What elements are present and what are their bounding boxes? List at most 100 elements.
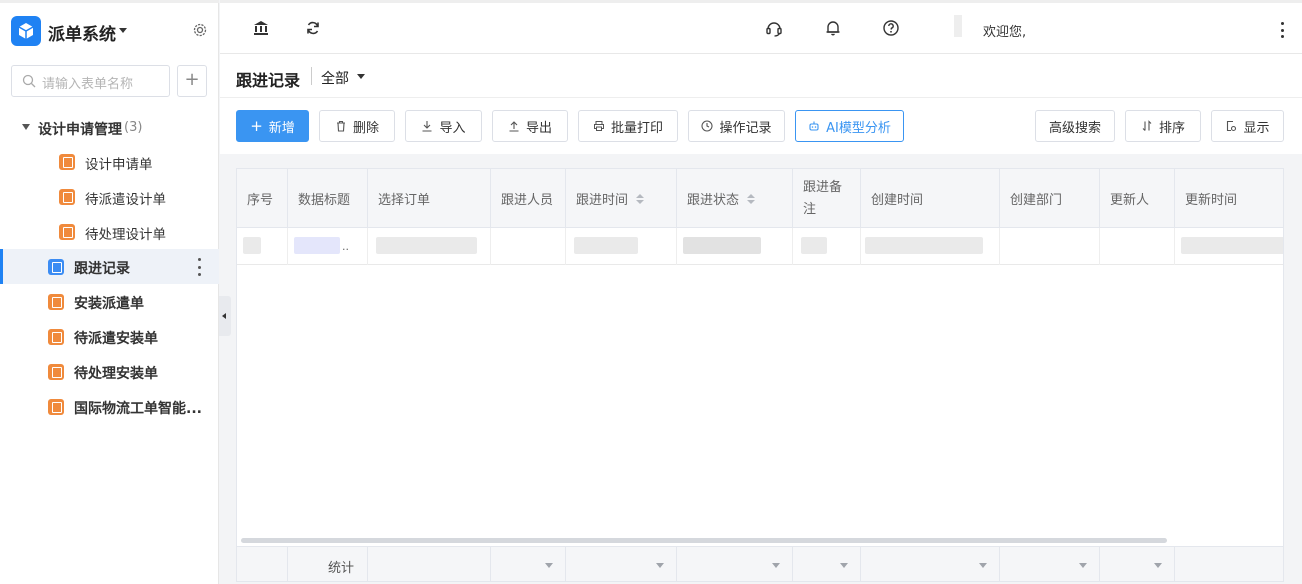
- avatar[interactable]: [954, 15, 962, 37]
- import-button-label: 导入: [439, 120, 466, 136]
- sort-arrows-icon[interactable]: [636, 193, 645, 204]
- summary-dropdown[interactable]: [1100, 547, 1175, 581]
- table-row[interactable]: ..: [237, 228, 1283, 265]
- import-button[interactable]: 导入: [405, 110, 482, 142]
- new-button-label: 新增: [268, 120, 295, 136]
- download-icon: [422, 121, 432, 132]
- sidebar-item-pending-dispatch-install[interactable]: 待派遣安装单: [0, 319, 219, 354]
- sort-button[interactable]: 排序: [1125, 110, 1201, 142]
- summary-dropdown[interactable]: [861, 547, 1000, 581]
- tree-group-design[interactable]: 设计申请管理 (3): [0, 113, 219, 141]
- app-header: 派单系统: [0, 0, 219, 56]
- expand-caret-icon[interactable]: [22, 124, 30, 130]
- page-title-bar: 跟进记录 全部: [220, 54, 1302, 98]
- chevron-down-icon[interactable]: [772, 563, 780, 568]
- column-header-label: 数据标题: [298, 193, 351, 208]
- column-header-updated-time[interactable]: 更新时间: [1175, 169, 1283, 228]
- summary-dropdown[interactable]: [491, 547, 566, 581]
- page-title: 跟进记录: [236, 71, 301, 90]
- cell-updated-by: [1100, 228, 1175, 265]
- sidebar-item-intl-logistics[interactable]: 国际物流工单智能...: [0, 389, 219, 424]
- sidebar-item-follow-up[interactable]: 跟进记录: [0, 249, 219, 284]
- sidebar-item-pending-process-design[interactable]: 待处理设计单: [0, 214, 219, 249]
- form-icon: [59, 224, 75, 240]
- form-icon: [48, 294, 64, 310]
- view-filter-dropdown[interactable]: 全部: [321, 68, 349, 88]
- bank-icon[interactable]: [252, 19, 270, 37]
- tree-group-label: 设计申请管理: [38, 122, 122, 138]
- column-header-label: 跟进人员: [501, 193, 554, 208]
- sort-arrows-icon[interactable]: [747, 193, 756, 204]
- sidebar-item-install-dispatch[interactable]: 安装派遣单: [0, 284, 219, 319]
- export-button[interactable]: 导出: [492, 110, 568, 142]
- advanced-search-button[interactable]: 高级搜索: [1035, 110, 1115, 142]
- horizontal-scrollbar[interactable]: [241, 538, 1167, 543]
- bell-icon[interactable]: [824, 19, 842, 37]
- sidebar-item-design-application[interactable]: 设计申请单: [0, 144, 219, 179]
- sidebar-item-label: 安装派遣单: [74, 296, 144, 312]
- chevron-down-icon[interactable]: [979, 563, 987, 568]
- cell-index: [237, 228, 288, 265]
- column-header-follow-time[interactable]: 跟进时间: [566, 169, 677, 228]
- help-icon[interactable]: [882, 19, 900, 37]
- redacted-value: [243, 237, 261, 254]
- advanced-search-button-label: 高级搜索: [1048, 120, 1101, 136]
- column-header-follow-note[interactable]: 跟进备注: [793, 169, 861, 228]
- sidebar-item-label: 国际物流工单智能...: [74, 401, 202, 417]
- summary-cell: [1175, 547, 1283, 581]
- column-header-follow-status[interactable]: 跟进状态: [677, 169, 793, 228]
- gear-icon[interactable]: [192, 22, 208, 38]
- batch-print-button[interactable]: 批量打印: [578, 110, 678, 142]
- chevron-down-icon[interactable]: [656, 563, 664, 568]
- operation-log-button[interactable]: 操作记录: [688, 110, 785, 142]
- column-header-order[interactable]: 选择订单: [368, 169, 491, 228]
- column-header-updated-by[interactable]: 更新人: [1100, 169, 1175, 228]
- headset-icon[interactable]: [765, 19, 783, 37]
- app-logo-icon: [11, 16, 41, 46]
- column-header-title[interactable]: 数据标题: [288, 169, 368, 228]
- sidebar-item-pending-process-install[interactable]: 待处理安装单: [0, 354, 219, 389]
- summary-dropdown[interactable]: [793, 547, 861, 581]
- display-button[interactable]: 显示: [1211, 110, 1284, 142]
- summary-dropdown[interactable]: [677, 547, 793, 581]
- batch-print-button-label: 批量打印: [610, 120, 663, 136]
- chevron-down-icon[interactable]: [545, 563, 553, 568]
- tree-group-count: (3): [124, 120, 143, 135]
- chevron-down-icon[interactable]: [1079, 563, 1087, 568]
- add-form-button[interactable]: +: [177, 65, 207, 97]
- chevron-down-icon[interactable]: [1154, 563, 1162, 568]
- cell-follow-status: [677, 228, 793, 265]
- summary-label-cell: 统计: [288, 547, 368, 581]
- welcome-text[interactable]: 欢迎您,: [983, 21, 1026, 40]
- item-more-icon[interactable]: [196, 258, 202, 276]
- sidebar-item-pending-dispatch-design[interactable]: 待派遣设计单: [0, 179, 219, 214]
- delete-button[interactable]: 删除: [319, 110, 395, 142]
- summary-dropdown[interactable]: [566, 547, 677, 581]
- app-switch-caret-icon[interactable]: [119, 28, 127, 33]
- delete-button-label: 删除: [352, 120, 379, 136]
- robot-icon: [809, 121, 819, 131]
- column-header-created-dept[interactable]: 创建部门: [1000, 169, 1100, 228]
- display-settings-icon: [1227, 120, 1237, 132]
- cell-follow-time: [566, 228, 677, 265]
- column-header-label: 更新人: [1110, 193, 1150, 208]
- cell-created-time: [861, 228, 1000, 265]
- search-icon: [22, 74, 36, 88]
- form-icon: [48, 329, 64, 345]
- new-button[interactable]: + 新增: [236, 110, 309, 142]
- column-header-created-time[interactable]: 创建时间: [861, 169, 1000, 228]
- sidebar-collapse-button[interactable]: [219, 296, 231, 336]
- sidebar-item-label: 待处理安装单: [74, 366, 158, 382]
- ai-analysis-button[interactable]: AI模型分析: [795, 110, 904, 142]
- chevron-down-icon[interactable]: [357, 74, 365, 79]
- summary-dropdown[interactable]: [1000, 547, 1100, 581]
- column-header-index[interactable]: 序号: [237, 169, 288, 228]
- form-search-input[interactable]: 请输入表单名称: [11, 65, 170, 97]
- more-icon[interactable]: [1280, 22, 1284, 38]
- sort-button-label: 排序: [1158, 120, 1185, 136]
- refresh-icon[interactable]: [304, 19, 322, 37]
- cell-title[interactable]: ..: [288, 228, 368, 265]
- chevron-down-icon[interactable]: [840, 563, 848, 568]
- app-title[interactable]: 派单系统: [48, 20, 116, 45]
- column-header-follower[interactable]: 跟进人员: [491, 169, 566, 228]
